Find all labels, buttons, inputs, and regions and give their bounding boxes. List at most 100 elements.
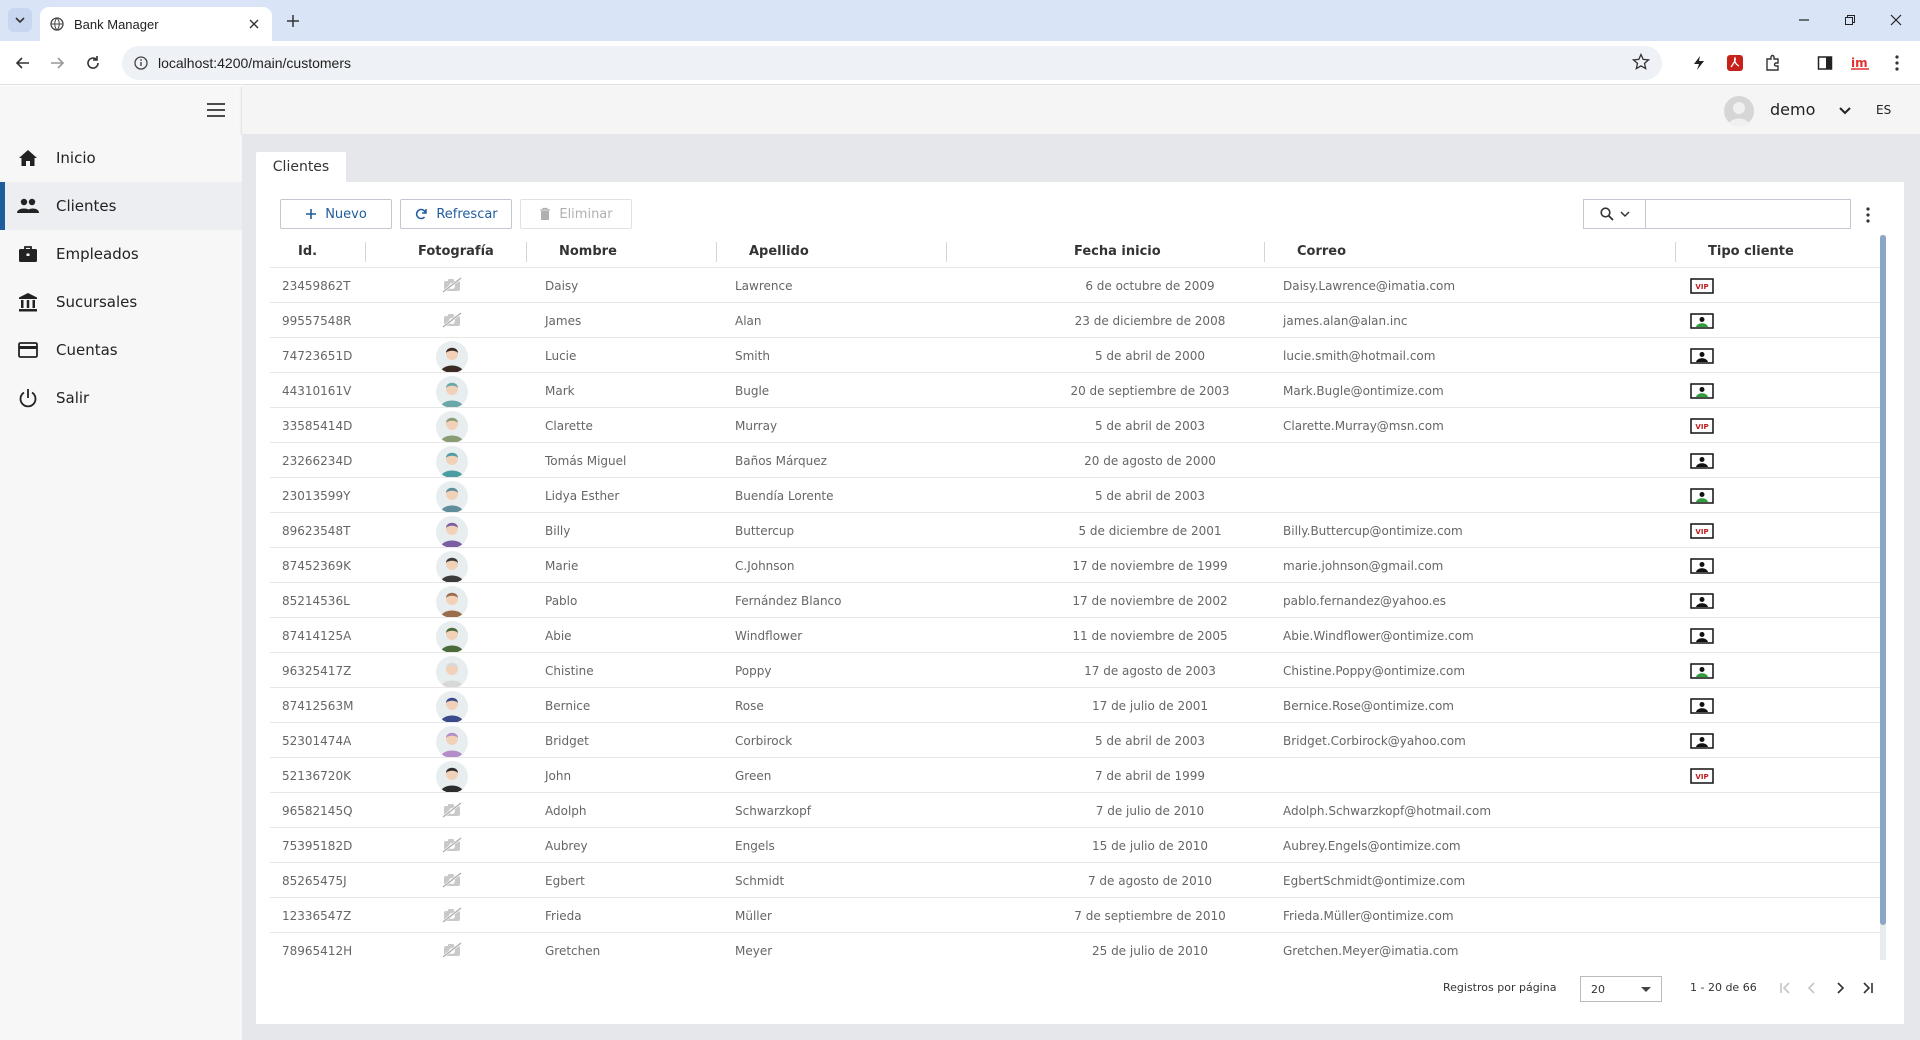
table-row[interactable]: 85214536L Pablo Fernández Blanco 17 de novi… [270,582,1880,618]
column-header-photo[interactable]: Fotografía [418,235,494,267]
reload-button[interactable] [80,50,106,76]
cell-nombre: Gretchen [545,943,601,958]
client-type-blue-icon [1690,453,1714,469]
column-header-name[interactable]: Nombre [559,235,617,267]
pdf-extension-icon[interactable] [1724,52,1746,74]
table-row[interactable]: 74723651D Lucie Smith 5 de abril de 2000 luc… [270,337,1880,373]
tab-search-button[interactable] [8,8,32,32]
user-avatar[interactable] [1724,96,1754,126]
cell-fecha: 20 de septiembre de 2003 [1070,383,1230,398]
user-name[interactable]: demo [1770,100,1815,119]
back-button[interactable] [10,50,36,76]
table-row[interactable]: 87412563M Bernice Rose 17 de julio de 2001 B… [270,687,1880,723]
cell-nombre: Egbert [545,873,585,888]
table-row[interactable]: 52301474A Bridget Corbirock 5 de abril de 2… [270,722,1880,758]
column-header-start-date[interactable]: Fecha inicio [1074,235,1161,267]
table-row[interactable]: 23013599Y Lidya Esther Buendía Lorente 5 de… [270,477,1880,513]
home-icon [16,146,40,170]
sidebar-item-empleados[interactable]: Empleados [0,230,242,278]
browser-menu-icon[interactable] [1886,52,1908,74]
table-row[interactable]: 85265475J Egbert Schmidt 7 de agosto de 201… [270,862,1880,897]
first-page-button[interactable] [1775,978,1795,998]
scrollbar-thumb[interactable] [1880,235,1886,925]
client-type-green-icon [1690,313,1714,329]
table-row[interactable]: 96582145Q Adolph Schwarzkopf 7 de julio de … [270,792,1880,827]
column-divider [716,242,717,262]
sidebar-item-salir[interactable]: Salir [0,374,242,422]
user-menu-chevron-icon[interactable] [1834,100,1856,122]
new-tab-button[interactable] [282,10,304,32]
table-row[interactable]: 87452369K Marie C.Johnson 17 de noviembre d… [270,547,1880,583]
column-header-client-type[interactable]: Tipo cliente [1708,235,1794,267]
column-header-surname[interactable]: Apellido [749,235,809,267]
table-row[interactable]: 23459862T Daisy Lawrence 6 de octubre de 20… [270,267,1880,302]
cell-correo: james.alan@alan.inc [1283,313,1408,328]
sidebar-item-label: Inicio [56,149,96,167]
table-row[interactable]: 96325417Z Chistine Poppy 17 de agosto de 20… [270,652,1880,688]
url-text: localhost:4200/main/customers [158,55,351,71]
table-row[interactable]: 99557548R James Alan 23 de diciembre de 200… [270,302,1880,337]
omnibox[interactable]: localhost:4200/main/customers [122,46,1662,80]
table-row[interactable]: 78965412H Gretchen Meyer 25 de julio de 201… [270,932,1880,967]
new-button[interactable]: Nuevo [280,199,392,229]
cell-fecha: 5 de abril de 2003 [1094,488,1205,503]
close-window-button[interactable] [1884,8,1908,32]
table-row[interactable]: 75395182D Aubrey Engels 15 de julio de 2010… [270,827,1880,862]
cell-apellido: Murray [735,418,778,433]
forward-button[interactable] [44,50,70,76]
customer-photo [436,761,468,793]
quickfilter-columns-button[interactable] [1584,200,1646,228]
table-scrollbar[interactable] [1880,235,1886,960]
profile-extension-icon[interactable]: im [1850,52,1872,74]
quickfilter-input[interactable] [1646,200,1850,228]
tab-clientes[interactable]: Clientes [256,152,346,182]
side-panel-icon[interactable] [1814,52,1836,74]
address-bar: localhost:4200/main/customers im [0,41,1920,85]
sidebar-item-sucursales[interactable]: Sucursales [0,278,242,326]
minimize-button[interactable] [1792,8,1816,32]
refresh-button-label: Refrescar [436,206,498,222]
table-options-button[interactable] [1860,204,1876,226]
restore-button[interactable] [1838,8,1862,32]
table-row[interactable]: 23266234D Tomás Miguel Baños Márquez 20 de … [270,442,1880,478]
close-tab-icon[interactable] [246,16,262,32]
lightning-extension-icon[interactable] [1688,52,1710,74]
sidebar-item-inicio[interactable]: Inicio [0,134,242,182]
next-page-button[interactable] [1830,978,1850,998]
column-header-email[interactable]: Correo [1297,235,1346,267]
refresh-button[interactable]: Refrescar [400,199,512,229]
chevron-down-icon [15,17,25,24]
sidebar-item-cuentas[interactable]: Cuentas [0,326,242,374]
cell-id: 99557548R [282,313,352,328]
cell-apellido: Schwarzkopf [735,803,811,818]
table-row[interactable]: 89623548T Billy Buttercup 5 de diciembre de… [270,512,1880,548]
sidebar-item-label: Salir [56,389,90,407]
cell-nombre: John [545,768,572,783]
cell-apellido: Schmidt [735,873,785,888]
search-icon [1599,207,1614,221]
cell-id: 96582145Q [282,803,353,818]
cell-fecha: 5 de abril de 2000 [1094,348,1205,363]
cell-nombre: Frieda [545,908,582,923]
column-header-id[interactable]: Id. [298,235,317,267]
delete-button[interactable]: Eliminar [520,199,632,229]
cell-nombre: Lidya Esther [545,488,620,503]
table-row[interactable]: 44310161V Mark Bugle 20 de septiembre de 20… [270,372,1880,408]
puzzle-extensions-icon[interactable] [1762,52,1784,74]
last-page-button[interactable] [1858,978,1878,998]
customer-photo [436,586,468,618]
browser-tab[interactable]: Bank Manager [40,7,272,41]
cell-id: 85214536L [282,593,350,608]
language-selector[interactable]: ES [1876,103,1891,117]
sidebar-item-clientes[interactable]: Clientes [0,182,242,230]
column-divider [1264,242,1265,262]
table-row[interactable]: 52136720K John Green 7 de abril de 1999 VIP [270,757,1880,793]
table-row[interactable]: 12336547Z Frieda Müller 7 de septiembre de … [270,897,1880,932]
page-size-select[interactable]: 20 [1580,976,1662,1002]
previous-page-button[interactable] [1802,978,1822,998]
bookmark-star-icon[interactable] [1631,52,1651,75]
table-row[interactable]: 33585414D Clarette Murray 5 de abril de 200… [270,407,1880,443]
table-row[interactable]: 87414125A Abie Windflower 11 de noviembre d… [270,617,1880,653]
menu-toggle-button[interactable] [204,99,228,121]
restore-icon [1845,15,1855,25]
